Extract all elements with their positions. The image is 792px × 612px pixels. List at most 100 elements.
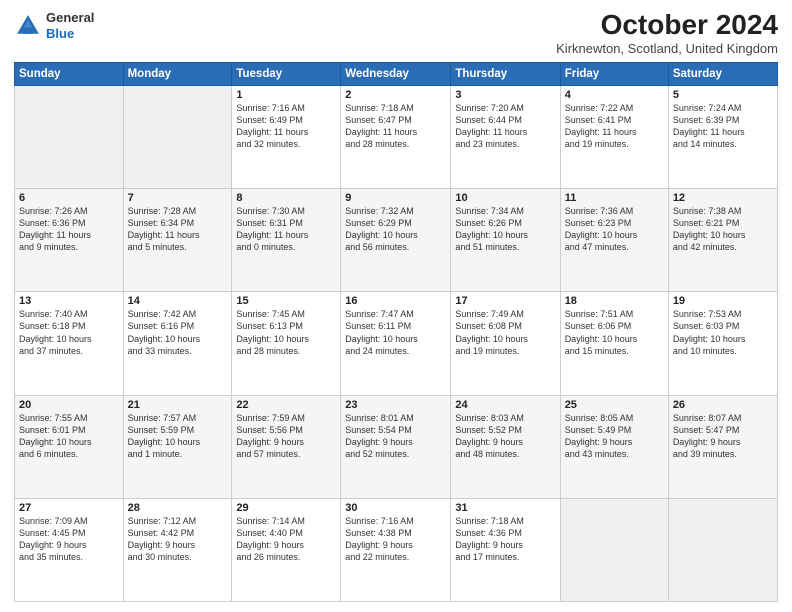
day-content: Sunrise: 7:45 AM Sunset: 6:13 PM Dayligh… [236,308,336,357]
day-number: 19 [673,295,773,307]
header: General Blue October 2024 Kirknewton, Sc… [14,10,778,56]
table-row: 9Sunrise: 7:32 AM Sunset: 6:29 PM Daylig… [341,189,451,292]
day-number: 3 [455,89,555,101]
day-content: Sunrise: 8:05 AM Sunset: 5:49 PM Dayligh… [565,412,664,461]
table-row: 24Sunrise: 8:03 AM Sunset: 5:52 PM Dayli… [451,395,560,498]
calendar-table: Sunday Monday Tuesday Wednesday Thursday… [14,62,778,602]
table-row: 26Sunrise: 8:07 AM Sunset: 5:47 PM Dayli… [668,395,777,498]
header-saturday: Saturday [668,62,777,85]
table-row: 6Sunrise: 7:26 AM Sunset: 6:36 PM Daylig… [15,189,124,292]
day-content: Sunrise: 7:09 AM Sunset: 4:45 PM Dayligh… [19,515,119,564]
table-row: 20Sunrise: 7:55 AM Sunset: 6:01 PM Dayli… [15,395,124,498]
header-thursday: Thursday [451,62,560,85]
table-row: 18Sunrise: 7:51 AM Sunset: 6:06 PM Dayli… [560,292,668,395]
day-number: 25 [565,399,664,411]
day-content: Sunrise: 8:01 AM Sunset: 5:54 PM Dayligh… [345,412,446,461]
table-row: 14Sunrise: 7:42 AM Sunset: 6:16 PM Dayli… [123,292,232,395]
day-number: 30 [345,502,446,514]
header-wednesday: Wednesday [341,62,451,85]
calendar-week-row: 1Sunrise: 7:16 AM Sunset: 6:49 PM Daylig… [15,85,778,188]
header-friday: Friday [560,62,668,85]
day-content: Sunrise: 7:51 AM Sunset: 6:06 PM Dayligh… [565,308,664,357]
day-content: Sunrise: 7:14 AM Sunset: 4:40 PM Dayligh… [236,515,336,564]
calendar-week-row: 6Sunrise: 7:26 AM Sunset: 6:36 PM Daylig… [15,189,778,292]
day-content: Sunrise: 7:57 AM Sunset: 5:59 PM Dayligh… [128,412,228,461]
day-number: 10 [455,192,555,204]
day-number: 2 [345,89,446,101]
table-row: 7Sunrise: 7:28 AM Sunset: 6:34 PM Daylig… [123,189,232,292]
day-content: Sunrise: 7:32 AM Sunset: 6:29 PM Dayligh… [345,205,446,254]
day-number: 29 [236,502,336,514]
day-content: Sunrise: 7:34 AM Sunset: 6:26 PM Dayligh… [455,205,555,254]
day-content: Sunrise: 7:28 AM Sunset: 6:34 PM Dayligh… [128,205,228,254]
day-number: 17 [455,295,555,307]
logo-icon [14,12,42,40]
table-row: 25Sunrise: 8:05 AM Sunset: 5:49 PM Dayli… [560,395,668,498]
day-content: Sunrise: 7:47 AM Sunset: 6:11 PM Dayligh… [345,308,446,357]
table-row: 17Sunrise: 7:49 AM Sunset: 6:08 PM Dayli… [451,292,560,395]
day-content: Sunrise: 7:16 AM Sunset: 4:38 PM Dayligh… [345,515,446,564]
day-number: 11 [565,192,664,204]
table-row: 22Sunrise: 7:59 AM Sunset: 5:56 PM Dayli… [232,395,341,498]
day-content: Sunrise: 7:38 AM Sunset: 6:21 PM Dayligh… [673,205,773,254]
table-row: 29Sunrise: 7:14 AM Sunset: 4:40 PM Dayli… [232,498,341,601]
day-content: Sunrise: 7:59 AM Sunset: 5:56 PM Dayligh… [236,412,336,461]
weekday-header-row: Sunday Monday Tuesday Wednesday Thursday… [15,62,778,85]
table-row [123,85,232,188]
day-content: Sunrise: 7:24 AM Sunset: 6:39 PM Dayligh… [673,102,773,151]
table-row: 28Sunrise: 7:12 AM Sunset: 4:42 PM Dayli… [123,498,232,601]
day-number: 12 [673,192,773,204]
day-content: Sunrise: 7:22 AM Sunset: 6:41 PM Dayligh… [565,102,664,151]
day-number: 27 [19,502,119,514]
table-row: 16Sunrise: 7:47 AM Sunset: 6:11 PM Dayli… [341,292,451,395]
table-row: 13Sunrise: 7:40 AM Sunset: 6:18 PM Dayli… [15,292,124,395]
day-content: Sunrise: 7:40 AM Sunset: 6:18 PM Dayligh… [19,308,119,357]
day-content: Sunrise: 7:36 AM Sunset: 6:23 PM Dayligh… [565,205,664,254]
day-number: 6 [19,192,119,204]
day-number: 26 [673,399,773,411]
day-number: 28 [128,502,228,514]
day-content: Sunrise: 8:07 AM Sunset: 5:47 PM Dayligh… [673,412,773,461]
day-content: Sunrise: 8:03 AM Sunset: 5:52 PM Dayligh… [455,412,555,461]
logo-blue: Blue [46,26,94,42]
table-row: 1Sunrise: 7:16 AM Sunset: 6:49 PM Daylig… [232,85,341,188]
day-content: Sunrise: 7:26 AM Sunset: 6:36 PM Dayligh… [19,205,119,254]
logo-general: General [46,10,94,26]
table-row: 4Sunrise: 7:22 AM Sunset: 6:41 PM Daylig… [560,85,668,188]
table-row: 11Sunrise: 7:36 AM Sunset: 6:23 PM Dayli… [560,189,668,292]
page: General Blue October 2024 Kirknewton, Sc… [0,0,792,612]
day-content: Sunrise: 7:42 AM Sunset: 6:16 PM Dayligh… [128,308,228,357]
day-number: 24 [455,399,555,411]
day-number: 16 [345,295,446,307]
title-block: October 2024 Kirknewton, Scotland, Unite… [556,10,778,56]
day-number: 20 [19,399,119,411]
day-number: 9 [345,192,446,204]
logo: General Blue [14,10,94,41]
table-row: 15Sunrise: 7:45 AM Sunset: 6:13 PM Dayli… [232,292,341,395]
day-content: Sunrise: 7:12 AM Sunset: 4:42 PM Dayligh… [128,515,228,564]
day-content: Sunrise: 7:49 AM Sunset: 6:08 PM Dayligh… [455,308,555,357]
month-title: October 2024 [556,10,778,41]
day-number: 21 [128,399,228,411]
table-row: 27Sunrise: 7:09 AM Sunset: 4:45 PM Dayli… [15,498,124,601]
calendar-week-row: 13Sunrise: 7:40 AM Sunset: 6:18 PM Dayli… [15,292,778,395]
table-row: 23Sunrise: 8:01 AM Sunset: 5:54 PM Dayli… [341,395,451,498]
header-monday: Monday [123,62,232,85]
table-row [15,85,124,188]
table-row: 10Sunrise: 7:34 AM Sunset: 6:26 PM Dayli… [451,189,560,292]
day-number: 15 [236,295,336,307]
day-content: Sunrise: 7:18 AM Sunset: 6:47 PM Dayligh… [345,102,446,151]
day-number: 18 [565,295,664,307]
day-number: 8 [236,192,336,204]
day-content: Sunrise: 7:53 AM Sunset: 6:03 PM Dayligh… [673,308,773,357]
day-number: 23 [345,399,446,411]
table-row: 31Sunrise: 7:18 AM Sunset: 4:36 PM Dayli… [451,498,560,601]
table-row: 2Sunrise: 7:18 AM Sunset: 6:47 PM Daylig… [341,85,451,188]
day-number: 31 [455,502,555,514]
location: Kirknewton, Scotland, United Kingdom [556,41,778,56]
table-row: 12Sunrise: 7:38 AM Sunset: 6:21 PM Dayli… [668,189,777,292]
calendar-week-row: 20Sunrise: 7:55 AM Sunset: 6:01 PM Dayli… [15,395,778,498]
day-content: Sunrise: 7:55 AM Sunset: 6:01 PM Dayligh… [19,412,119,461]
table-row: 3Sunrise: 7:20 AM Sunset: 6:44 PM Daylig… [451,85,560,188]
day-number: 7 [128,192,228,204]
